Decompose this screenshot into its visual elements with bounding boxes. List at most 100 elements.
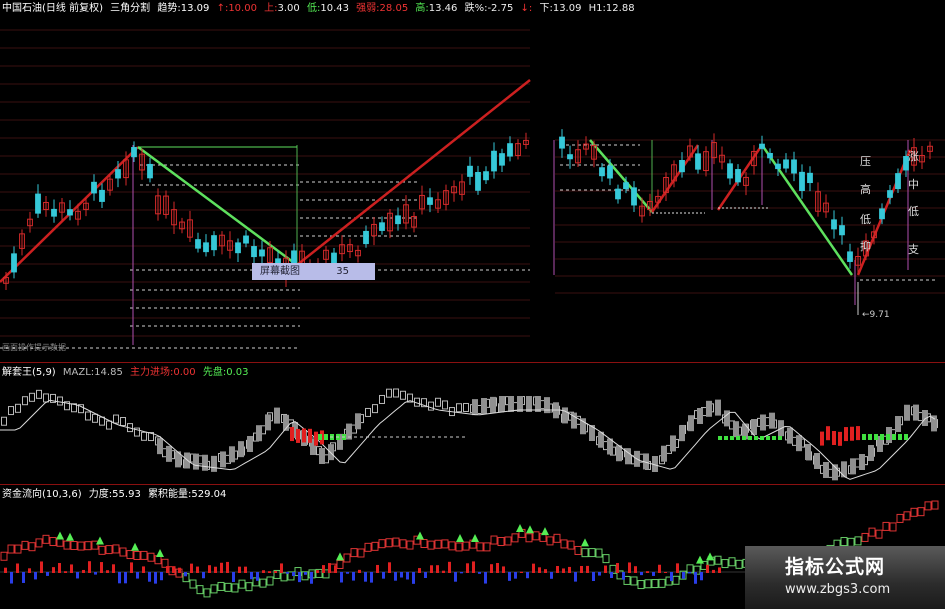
ind2-flow-bar bbox=[16, 563, 19, 573]
ind2-step-box bbox=[406, 540, 414, 550]
ind1-step-box bbox=[372, 404, 378, 414]
ind2-flow-bar bbox=[382, 572, 385, 579]
candle-body bbox=[211, 235, 217, 251]
ind2-flow-bar bbox=[70, 564, 73, 573]
ind2-step-box bbox=[896, 513, 904, 523]
ind2-flow-bar bbox=[376, 564, 379, 573]
ind2-step-box bbox=[238, 579, 246, 589]
method-name: 三角分割 bbox=[110, 3, 151, 14]
ind2-flow-bar bbox=[454, 572, 457, 582]
chart-window: 中国石油(日线 前复权) 三角分割 趋势:13.09 ↑:10.00 上:3.0… bbox=[0, 0, 945, 609]
ind2-arrow-marker bbox=[471, 534, 479, 542]
tooltip-label: 屏幕截图 bbox=[260, 266, 300, 277]
ind1-grey-bar bbox=[490, 396, 496, 413]
ind1-grey-bar bbox=[895, 416, 901, 432]
ind2-step-box bbox=[651, 579, 659, 589]
candle-body bbox=[195, 239, 201, 249]
ind1-red-bar bbox=[302, 428, 306, 443]
pane-separator-2[interactable] bbox=[0, 484, 945, 485]
ind1-grey-bar bbox=[814, 453, 820, 469]
ind2-flow-bar bbox=[40, 561, 43, 573]
ind2-step-box bbox=[203, 588, 211, 598]
ind2-step-box bbox=[735, 559, 743, 569]
price-pane[interactable]: 中国石油(日线 前复权) 三角分割 趋势:13.09 ↑:10.00 上:3.0… bbox=[0, 0, 945, 362]
ind2-step-box bbox=[84, 541, 92, 551]
ind2-flow-bar bbox=[502, 566, 505, 573]
ind1-grey-bar bbox=[328, 444, 334, 461]
ind1-step-box bbox=[29, 392, 35, 402]
lead-label: 先盘: bbox=[202, 367, 227, 378]
ind2-step-box bbox=[721, 559, 729, 569]
ind2-flow-bar bbox=[106, 570, 109, 573]
ind1-step-box bbox=[43, 393, 49, 403]
ind1-step-box bbox=[393, 388, 399, 398]
ind2-flow-bar bbox=[418, 568, 421, 573]
ind1-grey-bar bbox=[706, 400, 712, 417]
ind1-grey-bar bbox=[157, 438, 163, 455]
ind2-step-box bbox=[126, 550, 134, 560]
indicator1-pane[interactable]: 解套王(5,9) MAZL:14.85 主力进场:0.00 先盘:0.03 bbox=[0, 364, 945, 484]
ind2-flow-bar bbox=[646, 571, 649, 573]
ind2-step-box bbox=[210, 584, 218, 594]
ind2-flow-bar bbox=[100, 562, 103, 573]
ind2-flow-bar bbox=[478, 572, 481, 574]
ind1-grey-bar bbox=[211, 455, 217, 472]
price-chart-svg[interactable] bbox=[0, 0, 945, 362]
ind2-step-box bbox=[112, 544, 120, 554]
ind2-step-box bbox=[217, 581, 225, 591]
ind1-green-bar bbox=[772, 436, 776, 440]
ind2-flow-bar bbox=[448, 561, 451, 573]
ind1-grey-bar bbox=[823, 462, 829, 478]
pane-separator-1[interactable] bbox=[0, 362, 945, 363]
ind2-step-box bbox=[658, 578, 666, 588]
ind2-flow-bar bbox=[412, 572, 415, 584]
ind2-flow-bar bbox=[652, 572, 655, 576]
ind2-flow-bar bbox=[346, 572, 349, 574]
ind2-flow-bar bbox=[514, 572, 517, 579]
ind1-step-box bbox=[365, 407, 371, 417]
ind1-grey-bar bbox=[202, 454, 208, 471]
candle-body bbox=[831, 219, 837, 230]
ind2-flow-bar bbox=[52, 567, 55, 573]
ind1-step-box bbox=[428, 401, 434, 411]
ind2-flow-bar bbox=[532, 563, 535, 573]
ind2-flow-bar bbox=[622, 572, 625, 580]
candle-body bbox=[243, 235, 249, 244]
ind2-step-box bbox=[336, 559, 344, 569]
ind2-step-box bbox=[875, 529, 883, 539]
candle-body bbox=[35, 193, 41, 214]
ind2-step-box bbox=[728, 557, 736, 567]
ind1-step-box bbox=[36, 389, 42, 399]
candle-body bbox=[791, 159, 797, 174]
ind1-green-bar bbox=[892, 434, 896, 440]
ind2-step-box bbox=[231, 583, 239, 593]
ind1-grey-bar bbox=[697, 408, 703, 424]
ind2-flow-bar bbox=[214, 566, 217, 573]
ind2-flow-bar bbox=[586, 565, 589, 573]
ind2-step-box bbox=[350, 548, 358, 558]
mazl-label: MAZL: bbox=[62, 367, 95, 378]
candle-body bbox=[131, 147, 137, 158]
ind2-step-box bbox=[196, 585, 204, 595]
ind2-flow-bar bbox=[34, 572, 37, 580]
indicator1-svg[interactable] bbox=[0, 364, 945, 484]
ind2-step-box bbox=[917, 507, 925, 517]
candle-body bbox=[395, 215, 401, 225]
ind2-flow-bar bbox=[424, 572, 427, 578]
ind2-step-box bbox=[14, 544, 22, 554]
ind1-grey-bar bbox=[193, 453, 199, 470]
up2-value: 3.00 bbox=[277, 3, 300, 14]
ind2-flow-bar bbox=[196, 566, 199, 573]
acc-label: 累积能量: bbox=[148, 489, 192, 500]
ind2-step-box bbox=[245, 582, 253, 592]
trend-value: 13.09 bbox=[180, 3, 210, 14]
ind2-flow-bar bbox=[232, 572, 235, 582]
ind1-green-bar bbox=[736, 436, 740, 440]
ind1-green-bar bbox=[730, 436, 734, 440]
ind2-step-box bbox=[553, 533, 561, 543]
candle-body bbox=[379, 222, 385, 231]
side-tag2-3: 低 bbox=[908, 205, 919, 218]
ind1-step-box bbox=[22, 396, 28, 406]
ind2-flow-bar bbox=[442, 570, 445, 573]
screenshot-tooltip[interactable]: 屏幕截图 35 bbox=[252, 263, 375, 280]
